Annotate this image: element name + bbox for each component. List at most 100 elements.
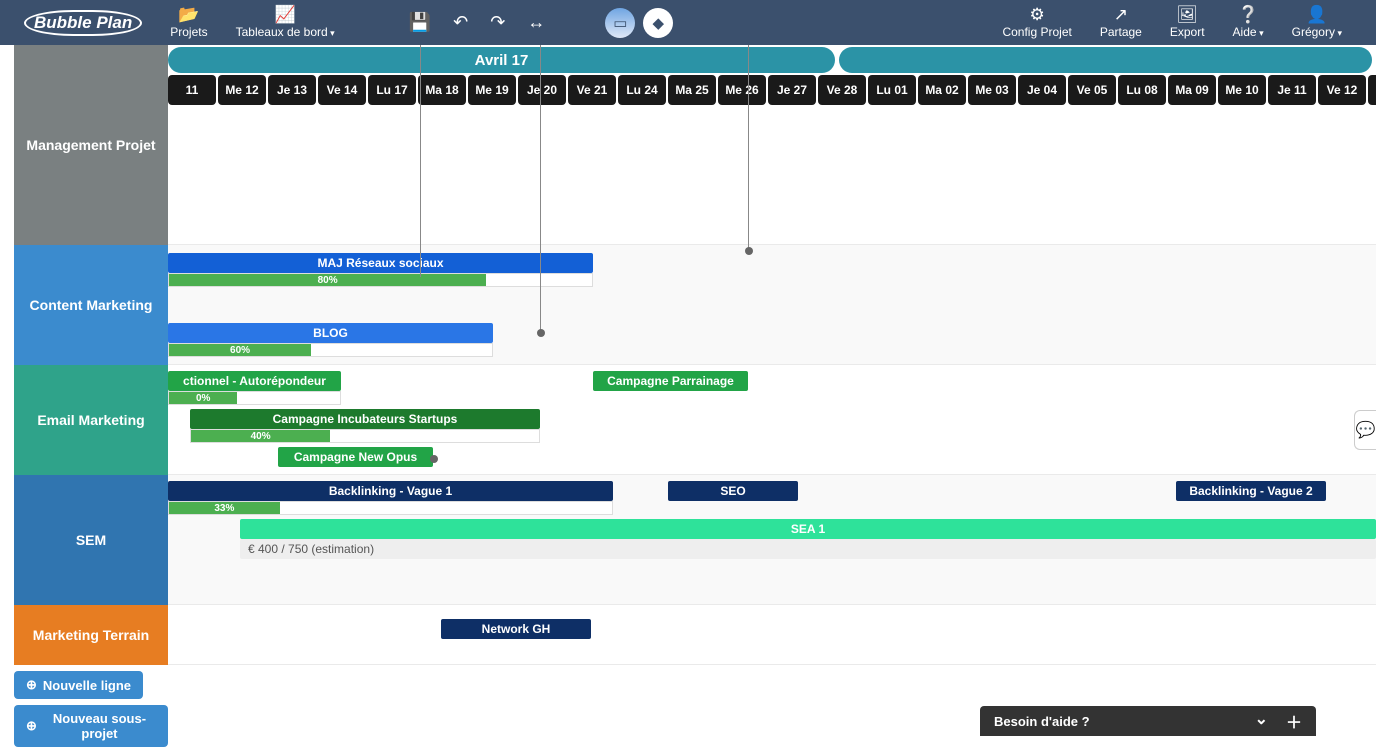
task-progress: 33% bbox=[168, 501, 613, 515]
swimlane-label[interactable]: SEM bbox=[14, 475, 168, 605]
day-cell[interactable]: Ma 02 bbox=[918, 75, 966, 105]
lane-email[interactable]: ctionnel - Autorépondeur 0% Campagne Inc… bbox=[168, 365, 1376, 475]
day-cell[interactable]: Ve 28 bbox=[818, 75, 866, 105]
task-bar[interactable]: Backlinking - Vague 1 bbox=[168, 481, 613, 501]
main-area: Management Projet Content Marketing Emai… bbox=[0, 45, 1376, 736]
day-cell[interactable]: Lu 17 bbox=[368, 75, 416, 105]
chat-tab[interactable]: 💬 bbox=[1354, 410, 1376, 450]
swimlane-label[interactable]: Email Marketing bbox=[14, 365, 168, 475]
day-cell[interactable]: Me 12 bbox=[218, 75, 266, 105]
day-cell[interactable]: Me 19 bbox=[468, 75, 516, 105]
dependency-dot bbox=[745, 247, 753, 255]
share-icon: ↗ bbox=[1114, 6, 1128, 23]
nav-projects[interactable]: 📂 Projets bbox=[170, 6, 207, 39]
task-progress-value: 0% bbox=[169, 392, 237, 404]
dependency-line bbox=[748, 45, 749, 250]
redo-icon[interactable]: ↷ bbox=[490, 12, 505, 33]
task-bar[interactable]: Backlinking - Vague 2 bbox=[1176, 481, 1326, 501]
day-cell[interactable]: Je 04 bbox=[1018, 75, 1066, 105]
task-bar[interactable]: Campagne Incubateurs Startups bbox=[190, 409, 540, 429]
chart-line-icon: 📈 bbox=[275, 6, 296, 23]
task-bar[interactable]: Network GH bbox=[441, 619, 591, 639]
nav-share-label: Partage bbox=[1100, 25, 1142, 39]
task-budget: € 400 / 750 (estimation) bbox=[240, 539, 1376, 559]
swimlane-label[interactable]: Management Projet bbox=[14, 45, 168, 245]
nav-export-label: Export bbox=[1170, 25, 1205, 39]
task-bar[interactable]: SEO bbox=[668, 481, 798, 501]
view-toggle-group: ▭ ◆ bbox=[605, 8, 673, 38]
nav-user[interactable]: 👤 Grégory bbox=[1292, 6, 1342, 39]
day-cell[interactable]: Ve 14 bbox=[318, 75, 366, 105]
nav-help[interactable]: ❔ Aide bbox=[1233, 6, 1264, 39]
help-panel[interactable]: Besoin d'aide ? ⌄ ＋ bbox=[980, 706, 1316, 736]
task-bar[interactable]: SEA 1 bbox=[240, 519, 1376, 539]
swimlane-label[interactable]: Marketing Terrain bbox=[14, 605, 168, 665]
day-cell[interactable]: Ve 21 bbox=[568, 75, 616, 105]
lane-sem[interactable]: Backlinking - Vague 1 33% SEO Backlinkin… bbox=[168, 475, 1376, 605]
task-progress: 60% bbox=[168, 343, 493, 357]
day-cell[interactable]: Ve 12 bbox=[1318, 75, 1366, 105]
lane-terrain[interactable]: Network GH bbox=[168, 605, 1376, 665]
nav-share[interactable]: ↗ Partage bbox=[1100, 6, 1142, 39]
day-cell[interactable]: Ma 25 bbox=[668, 75, 716, 105]
day-cell[interactable]: Je 13 bbox=[268, 75, 316, 105]
day-cell[interactable]: Je 27 bbox=[768, 75, 816, 105]
add-row-button[interactable]: Nouvelle ligne bbox=[14, 671, 143, 699]
task-progress: 80% bbox=[168, 273, 593, 287]
task-progress-value: 80% bbox=[169, 274, 486, 286]
day-cell[interactable]: Me 10 bbox=[1218, 75, 1266, 105]
task-bar[interactable]: BLOG bbox=[168, 323, 493, 343]
day-cell[interactable]: Je 11 bbox=[1268, 75, 1316, 105]
day-cell[interactable]: Je 20 bbox=[518, 75, 566, 105]
nav-dashboards[interactable]: 📈 Tableaux de bord bbox=[236, 6, 335, 39]
add-subproject-button[interactable]: Nouveau sous-projet bbox=[14, 705, 168, 747]
toolbar: 💾 ↶ ↷ ↔ bbox=[409, 12, 546, 33]
fit-horizontal-icon[interactable]: ↔ bbox=[527, 12, 545, 33]
nav-user-label: Grégory bbox=[1292, 25, 1342, 39]
day-cell[interactable]: Lu 08 bbox=[1118, 75, 1166, 105]
help-panel-title: Besoin d'aide ? bbox=[994, 714, 1090, 729]
task-progress: 40% bbox=[190, 429, 540, 443]
task-progress-value: 60% bbox=[169, 344, 311, 356]
task-bar[interactable]: Campagne New Opus bbox=[278, 447, 433, 467]
nav-export[interactable]: 🖼 Export bbox=[1170, 6, 1205, 39]
task-progress: 0% bbox=[168, 391, 341, 405]
nav-config[interactable]: ⚙ Config Projet bbox=[1002, 6, 1071, 39]
image-export-icon: 🖼 bbox=[1176, 6, 1198, 23]
month-next[interactable] bbox=[839, 47, 1372, 73]
chat-icon: 💬 bbox=[1356, 420, 1376, 440]
day-cell[interactable]: Lu bbox=[1368, 75, 1376, 105]
day-cell[interactable]: Lu 24 bbox=[618, 75, 666, 105]
swimlane-label[interactable]: Content Marketing bbox=[14, 245, 168, 365]
chevron-down-icon[interactable]: ⌄ bbox=[1255, 709, 1268, 733]
day-cell[interactable]: Ma 09 bbox=[1168, 75, 1216, 105]
view-timeline-button[interactable]: ◆ bbox=[643, 8, 673, 38]
user-avatar-icon: 👤 bbox=[1306, 6, 1327, 23]
day-header: 11Me 12Je 13Ve 14Lu 17Ma 18Me 19Je 20Ve … bbox=[168, 75, 1376, 105]
task-progress-value: 40% bbox=[191, 430, 330, 442]
gantt-canvas[interactable]: Avril 17 11Me 12Je 13Ve 14Lu 17Ma 18Me 1… bbox=[168, 45, 1376, 736]
lane-content[interactable]: MAJ Réseaux sociaux 80% BLOG 60% bbox=[168, 245, 1376, 365]
dependency-dot bbox=[537, 329, 545, 337]
month-label[interactable]: Avril 17 bbox=[168, 47, 835, 73]
view-gantt-button[interactable]: ▭ bbox=[605, 8, 635, 38]
dependency-dot bbox=[430, 455, 438, 463]
task-bar[interactable]: MAJ Réseaux sociaux bbox=[168, 253, 593, 273]
day-cell[interactable]: 11 bbox=[168, 75, 216, 105]
day-cell[interactable]: Ve 05 bbox=[1068, 75, 1116, 105]
task-bar[interactable]: ctionnel - Autorépondeur bbox=[168, 371, 341, 391]
undo-icon[interactable]: ↶ bbox=[453, 12, 468, 33]
task-bar[interactable]: Campagne Parrainage bbox=[593, 371, 748, 391]
gantt-lanes: MAJ Réseaux sociaux 80% BLOG 60% ctionne… bbox=[168, 105, 1376, 736]
app-logo[interactable]: Bubble Plan bbox=[24, 10, 142, 36]
lane-management[interactable] bbox=[168, 105, 1376, 245]
plus-icon[interactable]: ＋ bbox=[1286, 709, 1302, 733]
dependency-line bbox=[540, 45, 541, 331]
day-cell[interactable]: Me 26 bbox=[718, 75, 766, 105]
day-cell[interactable]: Me 03 bbox=[968, 75, 1016, 105]
settings-gear-icon: ⚙ bbox=[1030, 6, 1045, 23]
save-icon[interactable]: 💾 bbox=[409, 12, 431, 33]
day-cell[interactable]: Lu 01 bbox=[868, 75, 916, 105]
day-cell[interactable]: Ma 18 bbox=[418, 75, 466, 105]
topbar: Bubble Plan 📂 Projets 📈 Tableaux de bord… bbox=[0, 0, 1376, 45]
